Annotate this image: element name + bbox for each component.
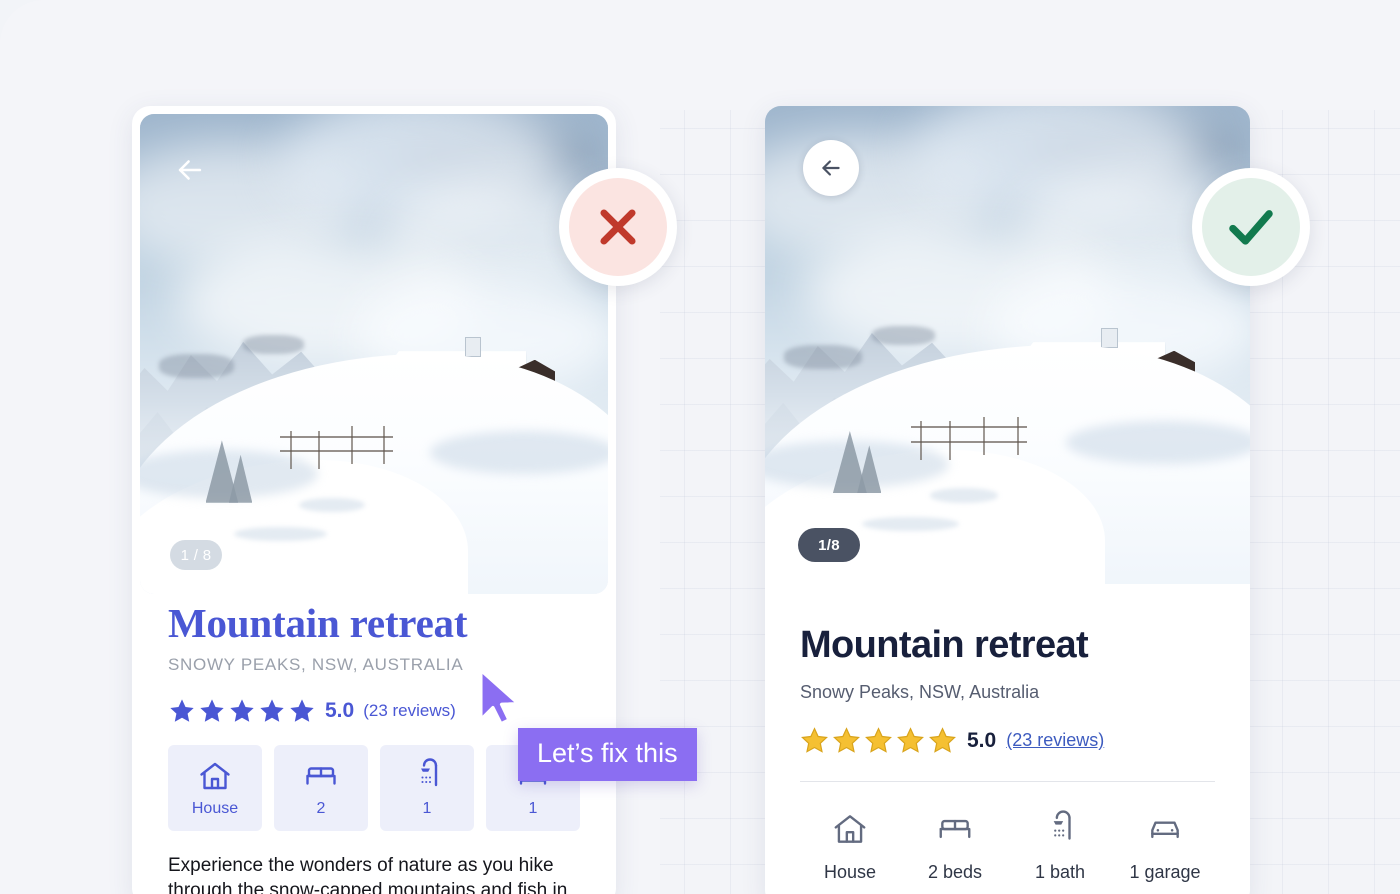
star-rating <box>800 726 957 755</box>
back-arrow-icon <box>822 160 840 176</box>
amenity-garage[interactable]: 1 garage <box>1115 810 1215 883</box>
photo-counter[interactable]: 1/8 <box>798 528 860 562</box>
rating-score: 5.0 <box>325 699 355 723</box>
before-photo[interactable]: 1 / 8 <box>140 114 608 594</box>
star-icon <box>200 699 224 722</box>
rating-score: 5.0 <box>967 728 997 752</box>
cabin-photo-scene <box>140 114 608 594</box>
amenity-beds[interactable]: 2 beds <box>905 810 1005 883</box>
annotation-tooltip: Let’s fix this <box>518 728 697 781</box>
reviews-link[interactable]: (23 reviews) <box>1006 730 1104 751</box>
rating-row: 5.0 (23 reviews) <box>800 726 1215 755</box>
star-rating <box>168 697 316 725</box>
star-icon <box>260 699 284 722</box>
star-icon <box>801 727 828 753</box>
amenity-house[interactable]: House <box>800 810 900 883</box>
amenity-label: House <box>191 800 239 818</box>
reject-badge-inner <box>569 178 667 276</box>
amenity-bath[interactable]: 1 <box>380 745 474 832</box>
bed-icon <box>939 819 971 839</box>
page-background: 1 / 8 Mountain retreat SNOWY PEAKS, NSW,… <box>0 0 1400 894</box>
description-text: Experience the wonders of nature as you … <box>168 855 568 894</box>
amenity-beds[interactable]: 2 <box>274 745 368 832</box>
background-wash-top <box>0 0 1400 110</box>
amenity-house[interactable]: House <box>168 745 262 832</box>
after-listing-card: 1/8 Mountain retreat Snowy Peaks, NSW, A… <box>765 106 1250 894</box>
amenity-bath[interactable]: 1 bath <box>1010 810 1110 883</box>
amenity-label: 1 <box>422 800 432 818</box>
shower-icon <box>421 758 438 787</box>
star-icon <box>897 727 924 753</box>
house-icon <box>200 762 230 790</box>
star-icon <box>833 727 860 753</box>
reviews-count: (23 reviews) <box>363 701 456 721</box>
star-icon <box>865 727 892 753</box>
star-icon <box>929 727 956 753</box>
close-icon <box>600 209 636 245</box>
amenity-label: 2 <box>316 800 326 818</box>
amenity-label: House <box>823 862 877 882</box>
shower-icon <box>1053 810 1071 840</box>
star-icon <box>290 699 314 722</box>
amenities-row: House 2 beds 1 bath 1 garage <box>800 810 1215 883</box>
approve-badge-inner <box>1202 178 1300 276</box>
page-title: Mountain retreat <box>800 624 1089 666</box>
amenity-label: 1 <box>528 800 538 818</box>
back-arrow-icon <box>178 160 202 180</box>
bed-icon <box>306 767 336 785</box>
car-icon <box>1151 821 1179 839</box>
back-button[interactable] <box>803 140 859 196</box>
photo-counter[interactable]: 1 / 8 <box>170 540 222 570</box>
house-icon <box>834 815 866 843</box>
star-icon <box>230 699 254 722</box>
page-title: Mountain retreat <box>168 600 468 646</box>
amenity-label: 1 garage <box>1129 862 1201 882</box>
divider <box>800 781 1215 782</box>
location-text: Snowy Peaks, NSW, Australia <box>800 682 1040 702</box>
amenity-label: 1 bath <box>1034 862 1086 882</box>
back-button[interactable] <box>170 150 210 190</box>
reject-badge <box>559 168 677 286</box>
star-icon <box>170 699 194 722</box>
location-text: SNOWY PEAKS, NSW, AUSTRALIA <box>168 655 464 675</box>
amenity-label: 2 beds <box>927 862 983 882</box>
after-photo[interactable]: 1/8 <box>765 106 1250 584</box>
rating-row: 5.0 (23 reviews) <box>168 697 616 725</box>
approve-badge <box>1192 168 1310 286</box>
check-icon <box>1229 210 1273 245</box>
after-card-body: Mountain retreat Snowy Peaks, NSW, Austr… <box>765 584 1250 883</box>
